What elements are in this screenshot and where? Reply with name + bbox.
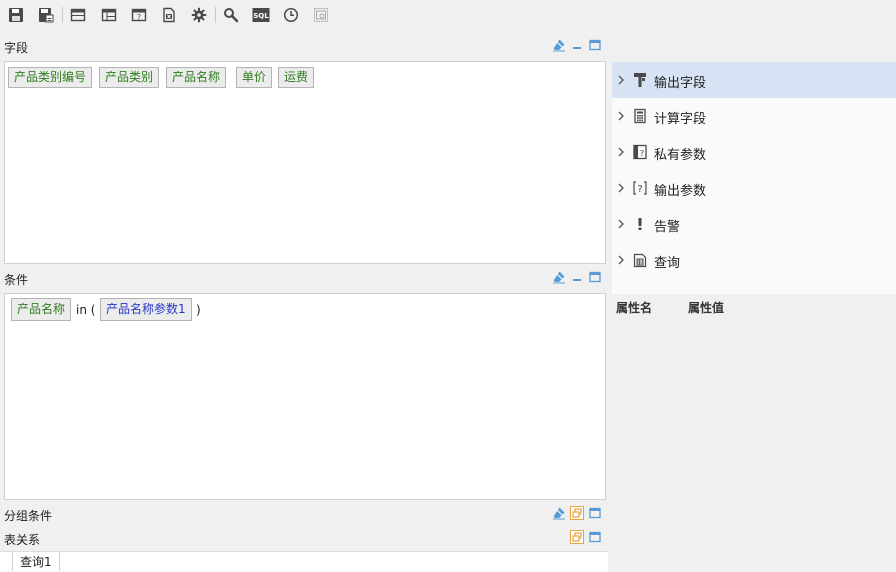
sql-icon[interactable]: SQL: [251, 5, 271, 25]
property-name-header: 属性名: [616, 301, 653, 315]
field-chip[interactable]: 产品类别: [99, 67, 160, 88]
tree-item-query[interactable]: 查询: [612, 242, 896, 278]
preview-icon[interactable]: [311, 5, 331, 25]
parameter-icon[interactable]: ?: [129, 5, 149, 25]
right-panel: 输出字段 计算字段 ? 私有参数 ? 输出参数 告警 查询 属性名 属性值: [612, 31, 896, 571]
sql-label: SQL: [253, 12, 269, 20]
search-icon[interactable]: [221, 5, 241, 25]
tree-item-label: 查询: [654, 256, 681, 271]
private-param-icon: ?: [632, 144, 648, 160]
fields-header: 字段: [0, 35, 608, 57]
tree-item-label: 输出参数: [654, 184, 707, 199]
tree-item-calculated-fields[interactable]: 计算字段: [612, 98, 896, 134]
relations-title: 表关系: [4, 533, 41, 547]
svg-text:?: ?: [640, 149, 644, 158]
tree-item-output-params[interactable]: ? 输出参数: [612, 170, 896, 206]
svg-text:?: ?: [637, 184, 642, 195]
minimize-icon[interactable]: [570, 38, 584, 52]
chevron-right-icon: [618, 255, 624, 265]
chevron-right-icon: [618, 111, 624, 121]
tree-item-alerts[interactable]: 告警: [612, 206, 896, 242]
toolbar: ? SQL: [0, 0, 608, 31]
query-icon: [632, 252, 648, 268]
condition-field-chip[interactable]: 产品名称: [11, 298, 72, 321]
save-icon[interactable]: [6, 5, 26, 25]
conditions-panel: 产品名称 in ( 产品名称参数1 ): [4, 293, 606, 500]
condition-close: ): [196, 303, 201, 317]
output-param-icon: ?: [632, 180, 648, 196]
tree-item-label: 计算字段: [654, 112, 707, 127]
calculator-icon: [632, 108, 648, 124]
chevron-right-icon: [618, 147, 624, 157]
field-chip[interactable]: 产品名称: [166, 67, 227, 88]
clock-icon[interactable]: [281, 5, 301, 25]
relations-header: 表关系: [0, 527, 608, 549]
tab-query1[interactable]: 查询1: [12, 552, 60, 571]
eraser-icon[interactable]: [552, 270, 566, 284]
conditions-header: 条件: [0, 267, 608, 289]
condition-operator: in (: [76, 303, 96, 317]
table-view-icon[interactable]: [68, 5, 88, 25]
relations-tab-strip: [0, 551, 608, 572]
group-header: 分组条件: [0, 503, 608, 525]
conditions-title: 条件: [4, 273, 29, 287]
field-chip[interactable]: 产品类别编号: [8, 67, 93, 88]
tree-item-output-fields[interactable]: 输出字段: [612, 62, 896, 98]
fields-title: 字段: [4, 41, 29, 55]
minimize-icon[interactable]: [570, 270, 584, 284]
tree-item-label: 私有参数: [654, 148, 707, 163]
output-field-icon: [632, 72, 648, 88]
tree-item-label: 告警: [654, 220, 681, 235]
fields-panel: 产品类别编号 产品类别 产品名称 单价 运费: [4, 61, 606, 264]
field-chip[interactable]: 运费: [278, 67, 315, 88]
svg-text:?: ?: [137, 13, 141, 22]
maximize-icon[interactable]: [588, 530, 602, 544]
maximize-icon[interactable]: [588, 38, 602, 52]
chevron-right-icon: [618, 75, 624, 85]
property-value-header: 属性值: [688, 301, 725, 315]
tree-item-label: 输出字段: [654, 76, 707, 91]
eraser-icon[interactable]: [552, 38, 566, 52]
restore-icon[interactable]: [570, 530, 584, 544]
restore-icon[interactable]: [570, 506, 584, 520]
layout-table-icon[interactable]: [99, 5, 119, 25]
element-tree: 输出字段 计算字段 ? 私有参数 ? 输出参数 告警 查询: [612, 62, 896, 294]
field-chip[interactable]: 单价: [236, 67, 273, 88]
eraser-icon[interactable]: [552, 506, 566, 520]
tree-item-private-params[interactable]: ? 私有参数: [612, 134, 896, 170]
gear-icon[interactable]: [189, 5, 209, 25]
maximize-icon[interactable]: [588, 506, 602, 520]
group-title: 分组条件: [4, 509, 53, 523]
maximize-icon[interactable]: [588, 270, 602, 284]
chevron-right-icon: [618, 183, 624, 193]
export-icon[interactable]: [159, 5, 179, 25]
save-as-icon[interactable]: [36, 5, 56, 25]
chevron-right-icon: [618, 219, 624, 229]
condition-param-chip[interactable]: 产品名称参数1: [100, 298, 192, 321]
alert-icon: [632, 216, 648, 232]
